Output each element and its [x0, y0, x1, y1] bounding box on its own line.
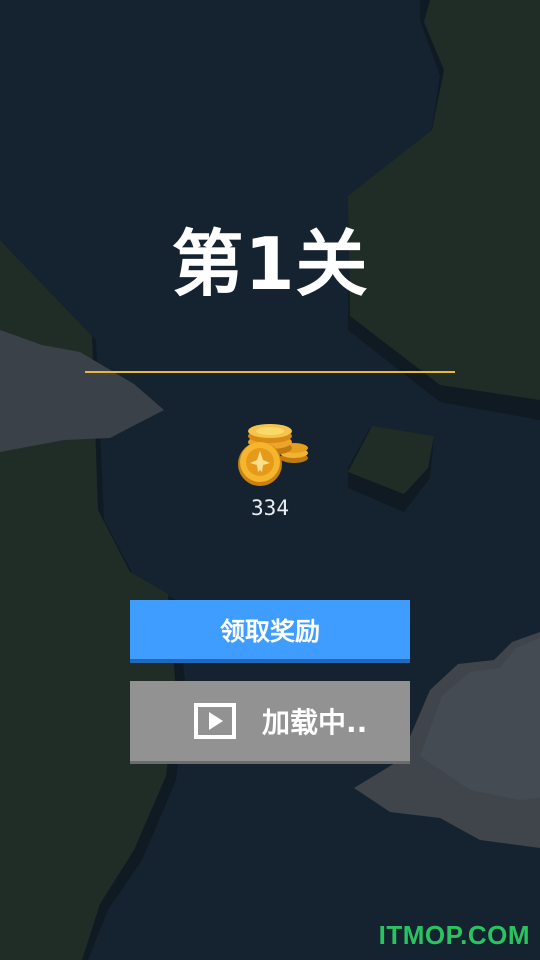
- claim-reward-button[interactable]: 领取奖励: [130, 600, 410, 663]
- level-title: 第1关: [171, 222, 369, 306]
- video-play-icon: [194, 703, 236, 739]
- coin-stack-icon: [238, 424, 308, 486]
- watermark: ITMOP.COM: [378, 920, 530, 950]
- coin-count: 334: [251, 496, 289, 520]
- claim-reward-label: 领取奖励: [219, 616, 320, 646]
- watch-video-button[interactable]: 加载中..: [130, 681, 410, 764]
- title-divider: [85, 371, 455, 373]
- video-button-label: 加载中..: [262, 706, 368, 739]
